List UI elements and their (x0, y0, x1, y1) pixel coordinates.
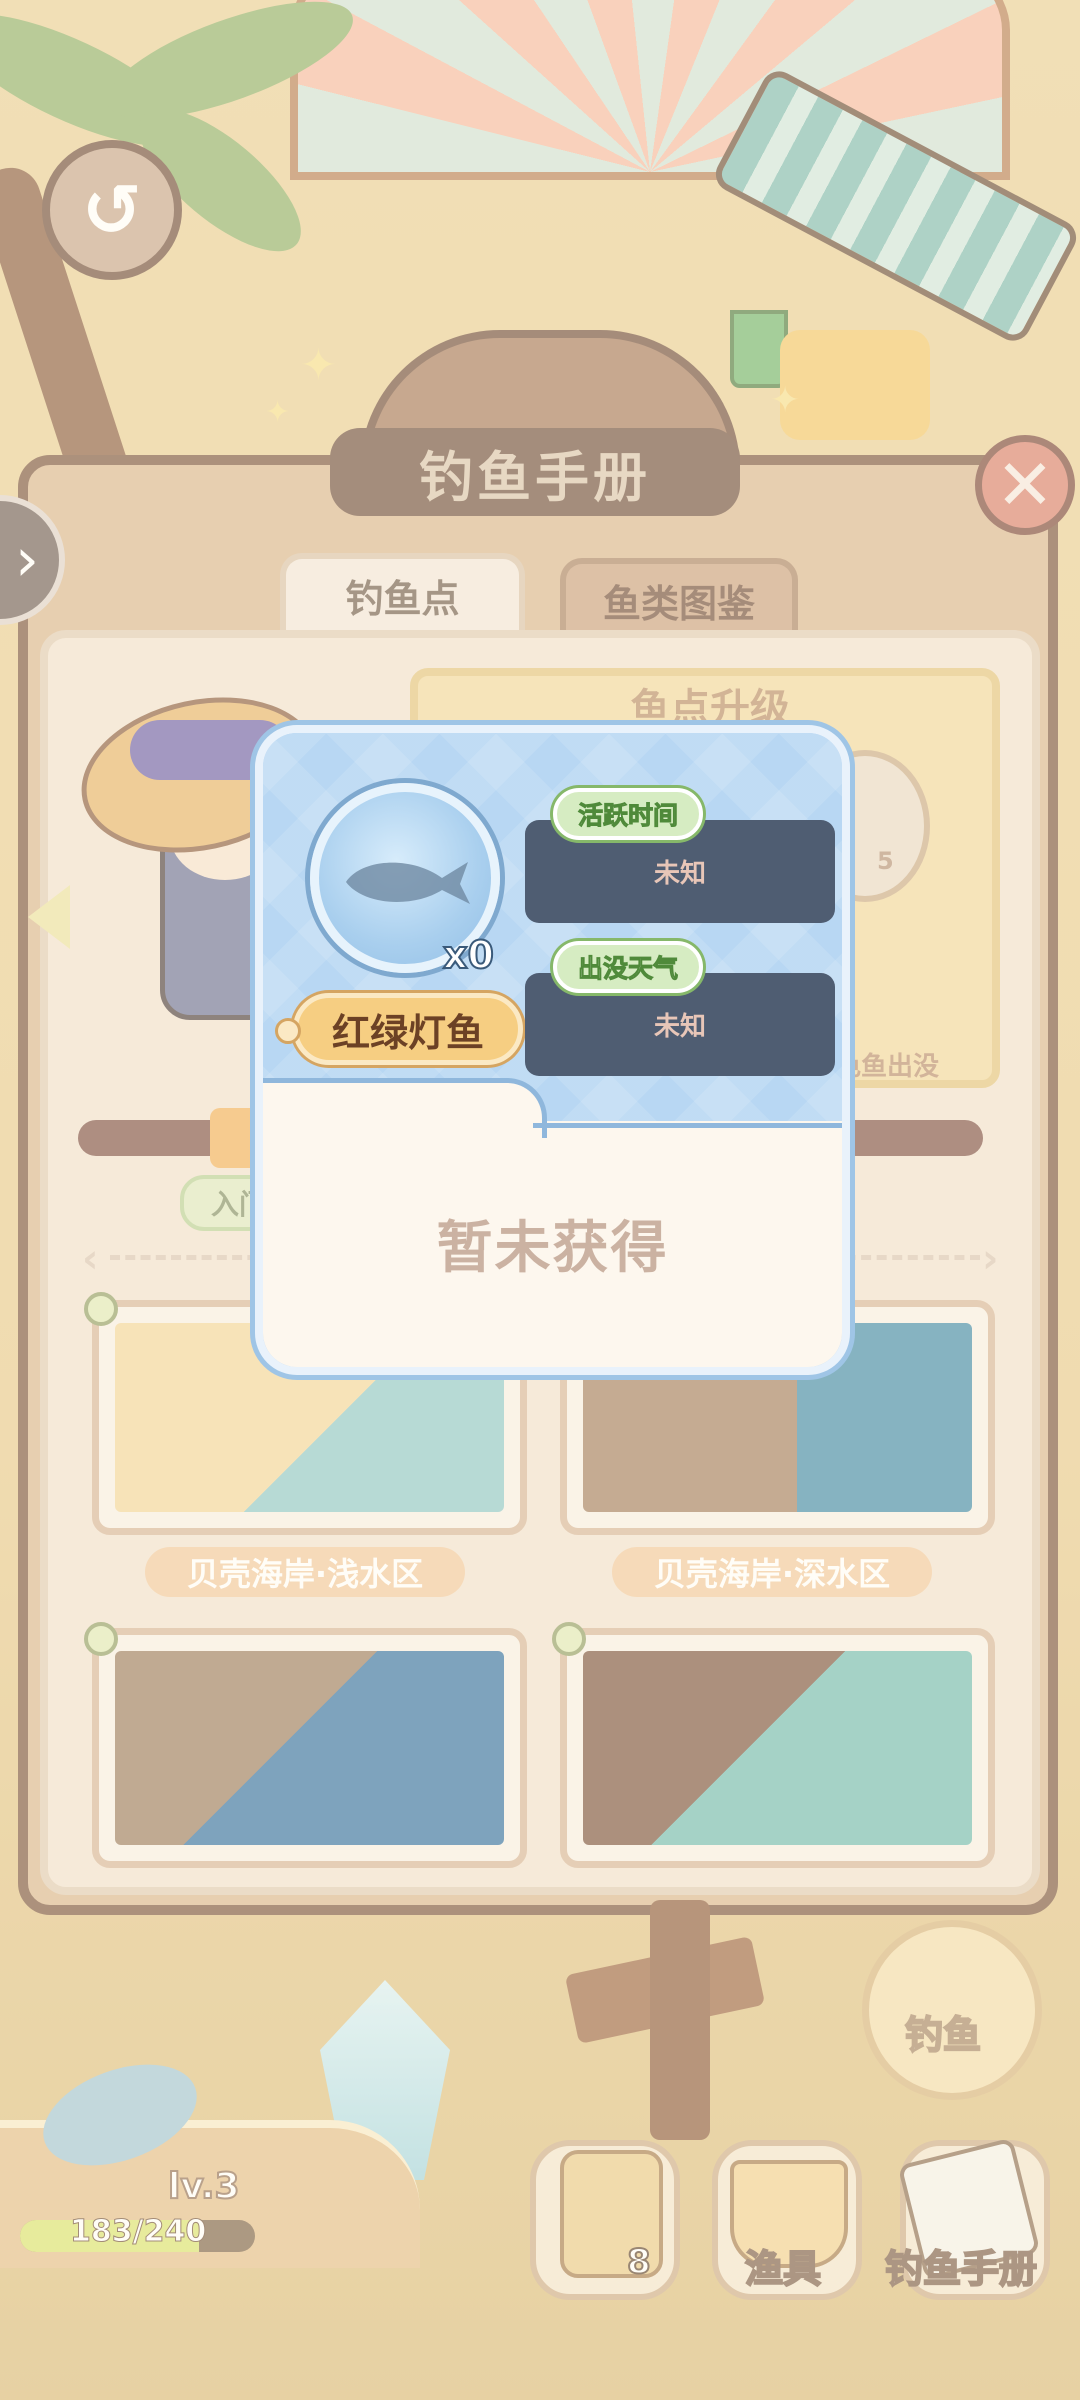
weather-tag: 出没天气 (553, 941, 703, 993)
tag-hole-icon (275, 1018, 301, 1044)
fish-silhouette-icon (346, 862, 470, 904)
active-time-value: 未知 (653, 859, 706, 889)
modal-divider (533, 1123, 842, 1128)
obtained-status: 暂未获得 (436, 1216, 669, 1281)
fish-quantity: x0 (442, 932, 495, 978)
active-time-tag: 活跃时间 (553, 788, 703, 840)
weather-label: 出没天气 (577, 954, 678, 984)
modal-folder-tab (263, 1078, 547, 1138)
active-time-label: 活跃时间 (577, 801, 678, 831)
fish-detail-modal: x0 红绿灯鱼 未知 活跃时间 未知 出没天气 暂未获得 (255, 725, 850, 1375)
weather-value: 未知 (653, 1012, 706, 1042)
fish-name: 红绿灯鱼 (331, 1010, 484, 1055)
fish-name-tag: 红绿灯鱼 (293, 993, 523, 1065)
